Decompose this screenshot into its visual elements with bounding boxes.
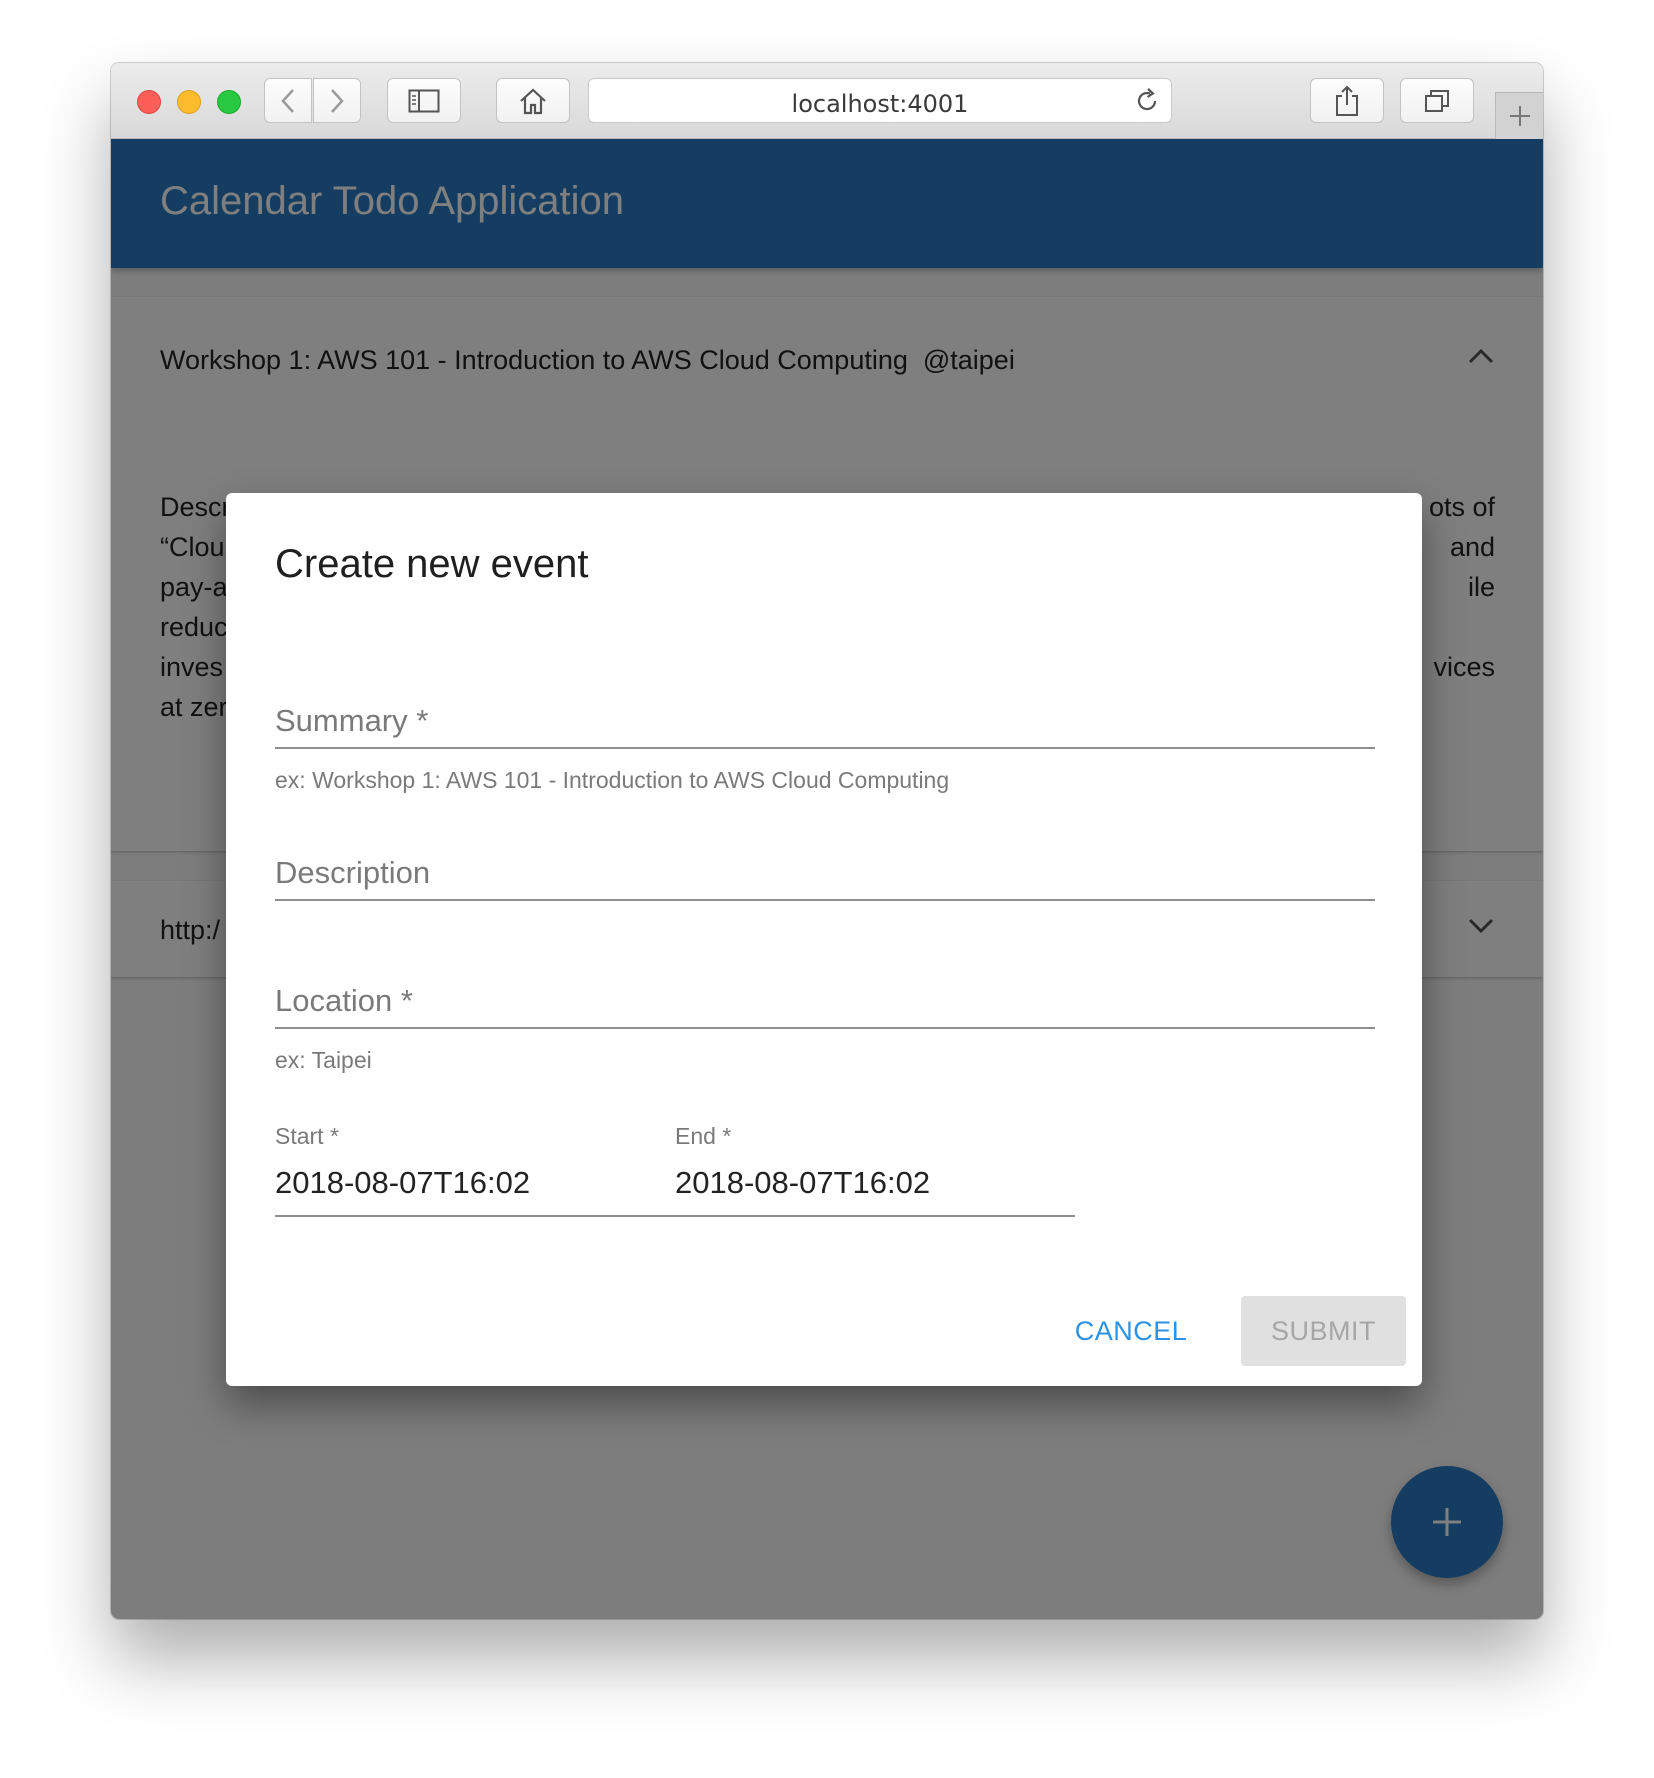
location-underline (275, 1027, 1375, 1029)
cancel-button[interactable]: CANCEL (1051, 1296, 1211, 1366)
forward-button[interactable] (313, 78, 361, 123)
url-text: localhost:4001 (791, 90, 969, 118)
browser-toolbar: localhost:4001 (111, 63, 1543, 139)
plus-icon (1509, 106, 1530, 126)
zoom-window-button[interactable] (217, 90, 241, 114)
tabs-overview-button[interactable] (1400, 78, 1474, 123)
share-button[interactable] (1310, 78, 1384, 123)
datetime-underline (275, 1215, 1075, 1217)
submit-button[interactable]: SUBMIT (1241, 1296, 1406, 1366)
sidebar-button[interactable] (387, 78, 461, 123)
end-value: 2018-08-07T16:02 (675, 1165, 931, 1200)
location-helper-text: ex: Taipei (275, 1047, 372, 1073)
end-label: End * (675, 1123, 732, 1149)
address-bar[interactable]: localhost:4001 (588, 78, 1172, 123)
browser-window: localhost:4001 Calendar Todo Application… (111, 63, 1543, 1619)
minimize-window-button[interactable] (177, 90, 201, 114)
summary-field[interactable]: Summary * ex: Workshop 1: AWS 101 - Intr… (275, 703, 1375, 813)
location-label: Location * (275, 983, 413, 1018)
description-field[interactable]: Description (275, 855, 1375, 915)
summary-underline (275, 747, 1375, 749)
close-window-button[interactable] (137, 90, 161, 114)
summary-helper-text: ex: Workshop 1: AWS 101 - Introduction t… (275, 767, 950, 793)
description-label: Description (275, 855, 431, 890)
dialog-title: Create new event (275, 542, 589, 586)
share-icon (1336, 85, 1358, 116)
new-tab-button[interactable] (1495, 92, 1543, 139)
location-field[interactable]: Location * ex: Taipei (275, 983, 1375, 1093)
description-underline (275, 899, 1375, 901)
chevron-right-icon (331, 88, 344, 113)
chevron-left-icon (281, 88, 294, 113)
start-value: 2018-08-07T16:02 (275, 1165, 531, 1200)
tabs-icon (1425, 89, 1449, 112)
back-button[interactable] (264, 78, 312, 123)
sidebar-icon (408, 89, 440, 112)
summary-label: Summary * (275, 703, 429, 738)
home-button[interactable] (496, 78, 570, 123)
app-page: Calendar Todo Application Workshop 1: AW… (111, 139, 1543, 1619)
home-icon (520, 88, 546, 114)
reload-icon[interactable] (1133, 87, 1161, 115)
start-label: Start * (275, 1123, 339, 1149)
create-event-dialog: Create new event Summary * ex: Workshop … (226, 493, 1422, 1386)
